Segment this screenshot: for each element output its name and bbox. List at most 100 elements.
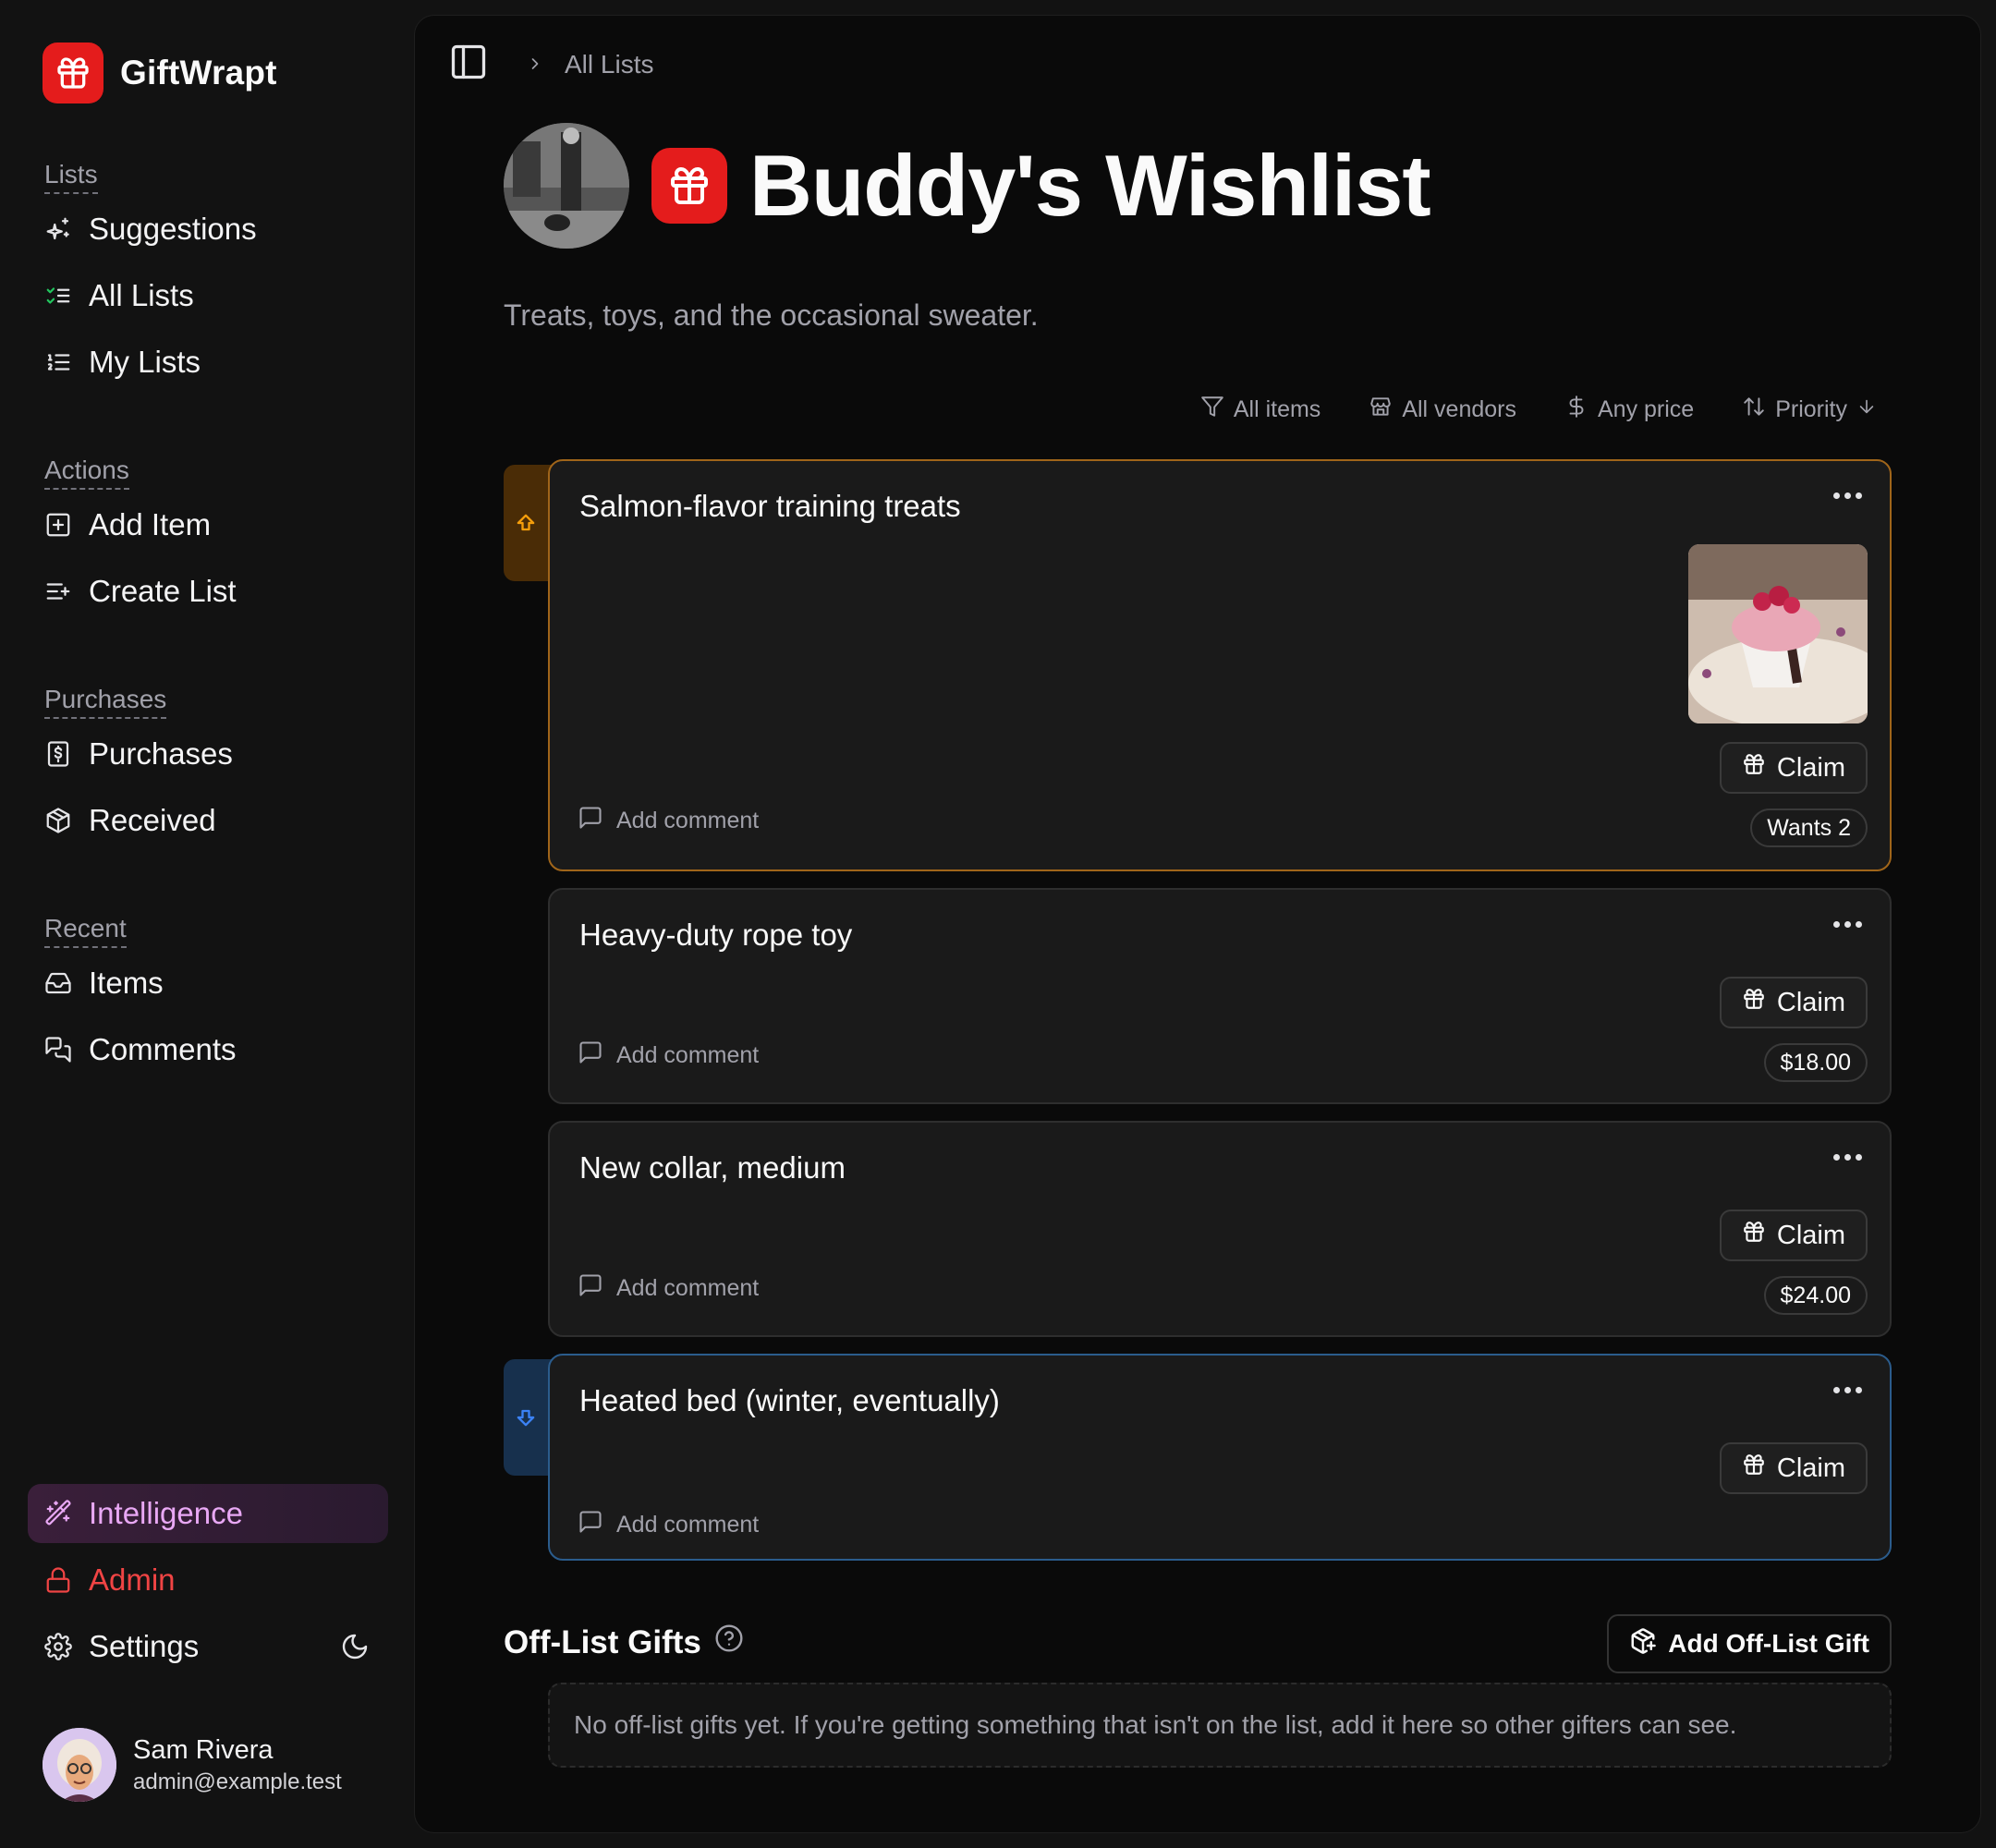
quantity-badge: Wants 2: [1750, 808, 1868, 847]
breadcrumb: All Lists: [526, 50, 653, 79]
list-description: Treats, toys, and the occasional sweater…: [504, 298, 1039, 332]
list-item: New collar, medium Claim Add comment $24…: [504, 1121, 1892, 1337]
sidebar-item-label: Suggestions: [89, 212, 257, 246]
offlist-title-text: Off-List Gifts: [504, 1623, 701, 1660]
message-square-icon: [578, 1040, 603, 1072]
plus-square-icon: [44, 511, 72, 539]
list-plus-icon: [44, 578, 72, 605]
filter-bar: All items All vendors Any price Priority: [1200, 395, 1877, 425]
user-card[interactable]: Sam Rivera admin@example.test: [43, 1728, 342, 1802]
sidebar-item-label: Intelligence: [89, 1496, 243, 1530]
price-badge: $18.00: [1763, 1043, 1868, 1082]
add-offlist-gift-button[interactable]: Add Off-List Gift: [1607, 1614, 1892, 1673]
nav-heading: Actions: [44, 455, 129, 490]
sidebar-item-settings[interactable]: Settings: [28, 1617, 388, 1676]
brand[interactable]: GiftWrapt: [43, 43, 277, 103]
sidebar-item-add-item[interactable]: Add Item: [28, 495, 388, 554]
item-card[interactable]: New collar, medium Claim Add comment $24…: [548, 1121, 1892, 1337]
wand-icon: [44, 1500, 72, 1527]
nav-heading: Lists: [44, 159, 98, 194]
filter-label: All vendors: [1402, 396, 1516, 422]
nav-heading: Recent: [44, 913, 127, 948]
sidebar-item-items[interactable]: Items: [28, 954, 388, 1013]
item-title[interactable]: Heated bed (winter, eventually): [579, 1383, 1000, 1418]
user-email: admin@example.test: [133, 1769, 342, 1794]
nav-section-bottom: Intelligence Admin Settings: [28, 1484, 388, 1676]
item-list: Salmon-flavor training treats Claim Add …: [504, 459, 1892, 1577]
nav-section-recent: Recent Items Comments: [28, 913, 388, 1079]
add-comment-button[interactable]: Add comment: [578, 805, 759, 837]
sparkles-icon: [44, 215, 72, 243]
sidebar-item-all-lists[interactable]: All Lists: [28, 266, 388, 325]
item-card[interactable]: Heavy-duty rope toy Claim Add comment $1…: [548, 888, 1892, 1104]
sidebar-item-label: Purchases: [89, 736, 233, 771]
user-name: Sam Rivera: [133, 1734, 274, 1765]
filter-items[interactable]: All items: [1200, 395, 1321, 425]
item-card[interactable]: Salmon-flavor training treats Claim Add …: [548, 459, 1892, 871]
sidebar-item-label: Admin: [89, 1562, 176, 1597]
claim-button[interactable]: Claim: [1719, 1442, 1868, 1494]
sidebar-item-label: Add Item: [89, 507, 212, 541]
nav-section-actions: Actions Add Item Create List: [28, 455, 388, 621]
sidebar-item-purchases[interactable]: Purchases: [28, 724, 388, 784]
message-square-icon: [578, 805, 603, 837]
gift-icon: [1742, 752, 1766, 784]
offlist-header: Off-List Gifts Add Off-List Gift: [504, 1614, 1892, 1673]
messages-icon: [44, 1036, 72, 1064]
filter-vendors[interactable]: All vendors: [1369, 395, 1516, 425]
sidebar-item-admin[interactable]: Admin: [28, 1550, 388, 1610]
more-options-icon[interactable]: [1833, 492, 1862, 499]
gift-icon: [651, 148, 727, 224]
item-image[interactable]: [1688, 544, 1868, 723]
main-panel: All Lists Buddy's Wishlist Treats, toys,…: [414, 15, 1981, 1833]
claim-button[interactable]: Claim: [1719, 1210, 1868, 1261]
filter-price[interactable]: Any price: [1564, 395, 1694, 425]
filter-label: All items: [1233, 396, 1321, 422]
sort-priority[interactable]: Priority: [1742, 395, 1877, 425]
add-comment-label: Add comment: [616, 1512, 760, 1538]
package-plus-icon: [1629, 1627, 1657, 1661]
add-comment-button[interactable]: Add comment: [578, 1509, 759, 1541]
more-options-icon[interactable]: [1833, 921, 1862, 928]
more-options-icon[interactable]: [1833, 1154, 1862, 1161]
topbar: All Lists: [448, 42, 653, 87]
help-circle-icon[interactable]: [714, 1623, 744, 1661]
more-options-icon[interactable]: [1833, 1387, 1862, 1393]
gift-icon: [1742, 1220, 1766, 1251]
add-comment-label: Add comment: [616, 1275, 760, 1301]
claim-button[interactable]: Claim: [1719, 977, 1868, 1028]
sidebar: GiftWrapt Lists Suggestions All Lists My…: [0, 0, 414, 1848]
sidebar-item-suggestions[interactable]: Suggestions: [28, 200, 388, 259]
item-title[interactable]: Heavy-duty rope toy: [579, 918, 852, 953]
list-checks-icon: [44, 282, 72, 310]
message-square-icon: [578, 1509, 603, 1541]
add-comment-label: Add comment: [616, 1042, 760, 1068]
claim-button[interactable]: Claim: [1719, 742, 1868, 794]
chevron-right-icon: [526, 50, 544, 79]
sidebar-toggle-icon[interactable]: [448, 42, 489, 87]
sidebar-item-comments[interactable]: Comments: [28, 1020, 388, 1079]
breadcrumb-link[interactable]: All Lists: [565, 50, 653, 79]
add-comment-button[interactable]: Add comment: [578, 1272, 759, 1305]
list-ordered-icon: [44, 348, 72, 376]
sidebar-item-intelligence[interactable]: Intelligence: [28, 1484, 388, 1543]
offlist-empty-state: No off-list gifts yet. If you're getting…: [548, 1683, 1892, 1768]
moon-icon[interactable]: [340, 1632, 371, 1663]
sidebar-item-create-list[interactable]: Create List: [28, 562, 388, 621]
sidebar-item-my-lists[interactable]: My Lists: [28, 333, 388, 392]
sidebar-item-received[interactable]: Received: [28, 791, 388, 850]
claim-label: Claim: [1776, 1220, 1845, 1250]
sort-arrows-icon: [1742, 395, 1766, 425]
add-offlist-label: Add Off-List Gift: [1668, 1629, 1869, 1658]
brand-name: GiftWrapt: [120, 54, 277, 91]
add-comment-label: Add comment: [616, 808, 760, 833]
add-comment-button[interactable]: Add comment: [578, 1040, 759, 1072]
package-open-icon: [44, 807, 72, 834]
item-title[interactable]: New collar, medium: [579, 1150, 846, 1185]
item-card[interactable]: Heated bed (winter, eventually) Claim Ad…: [548, 1354, 1892, 1561]
app-root: GiftWrapt Lists Suggestions All Lists My…: [0, 0, 1996, 1848]
sidebar-item-label: Received: [89, 803, 216, 837]
offlist-title: Off-List Gifts: [504, 1623, 744, 1661]
item-title[interactable]: Salmon-flavor training treats: [579, 489, 961, 524]
price-badge: $24.00: [1763, 1276, 1868, 1315]
